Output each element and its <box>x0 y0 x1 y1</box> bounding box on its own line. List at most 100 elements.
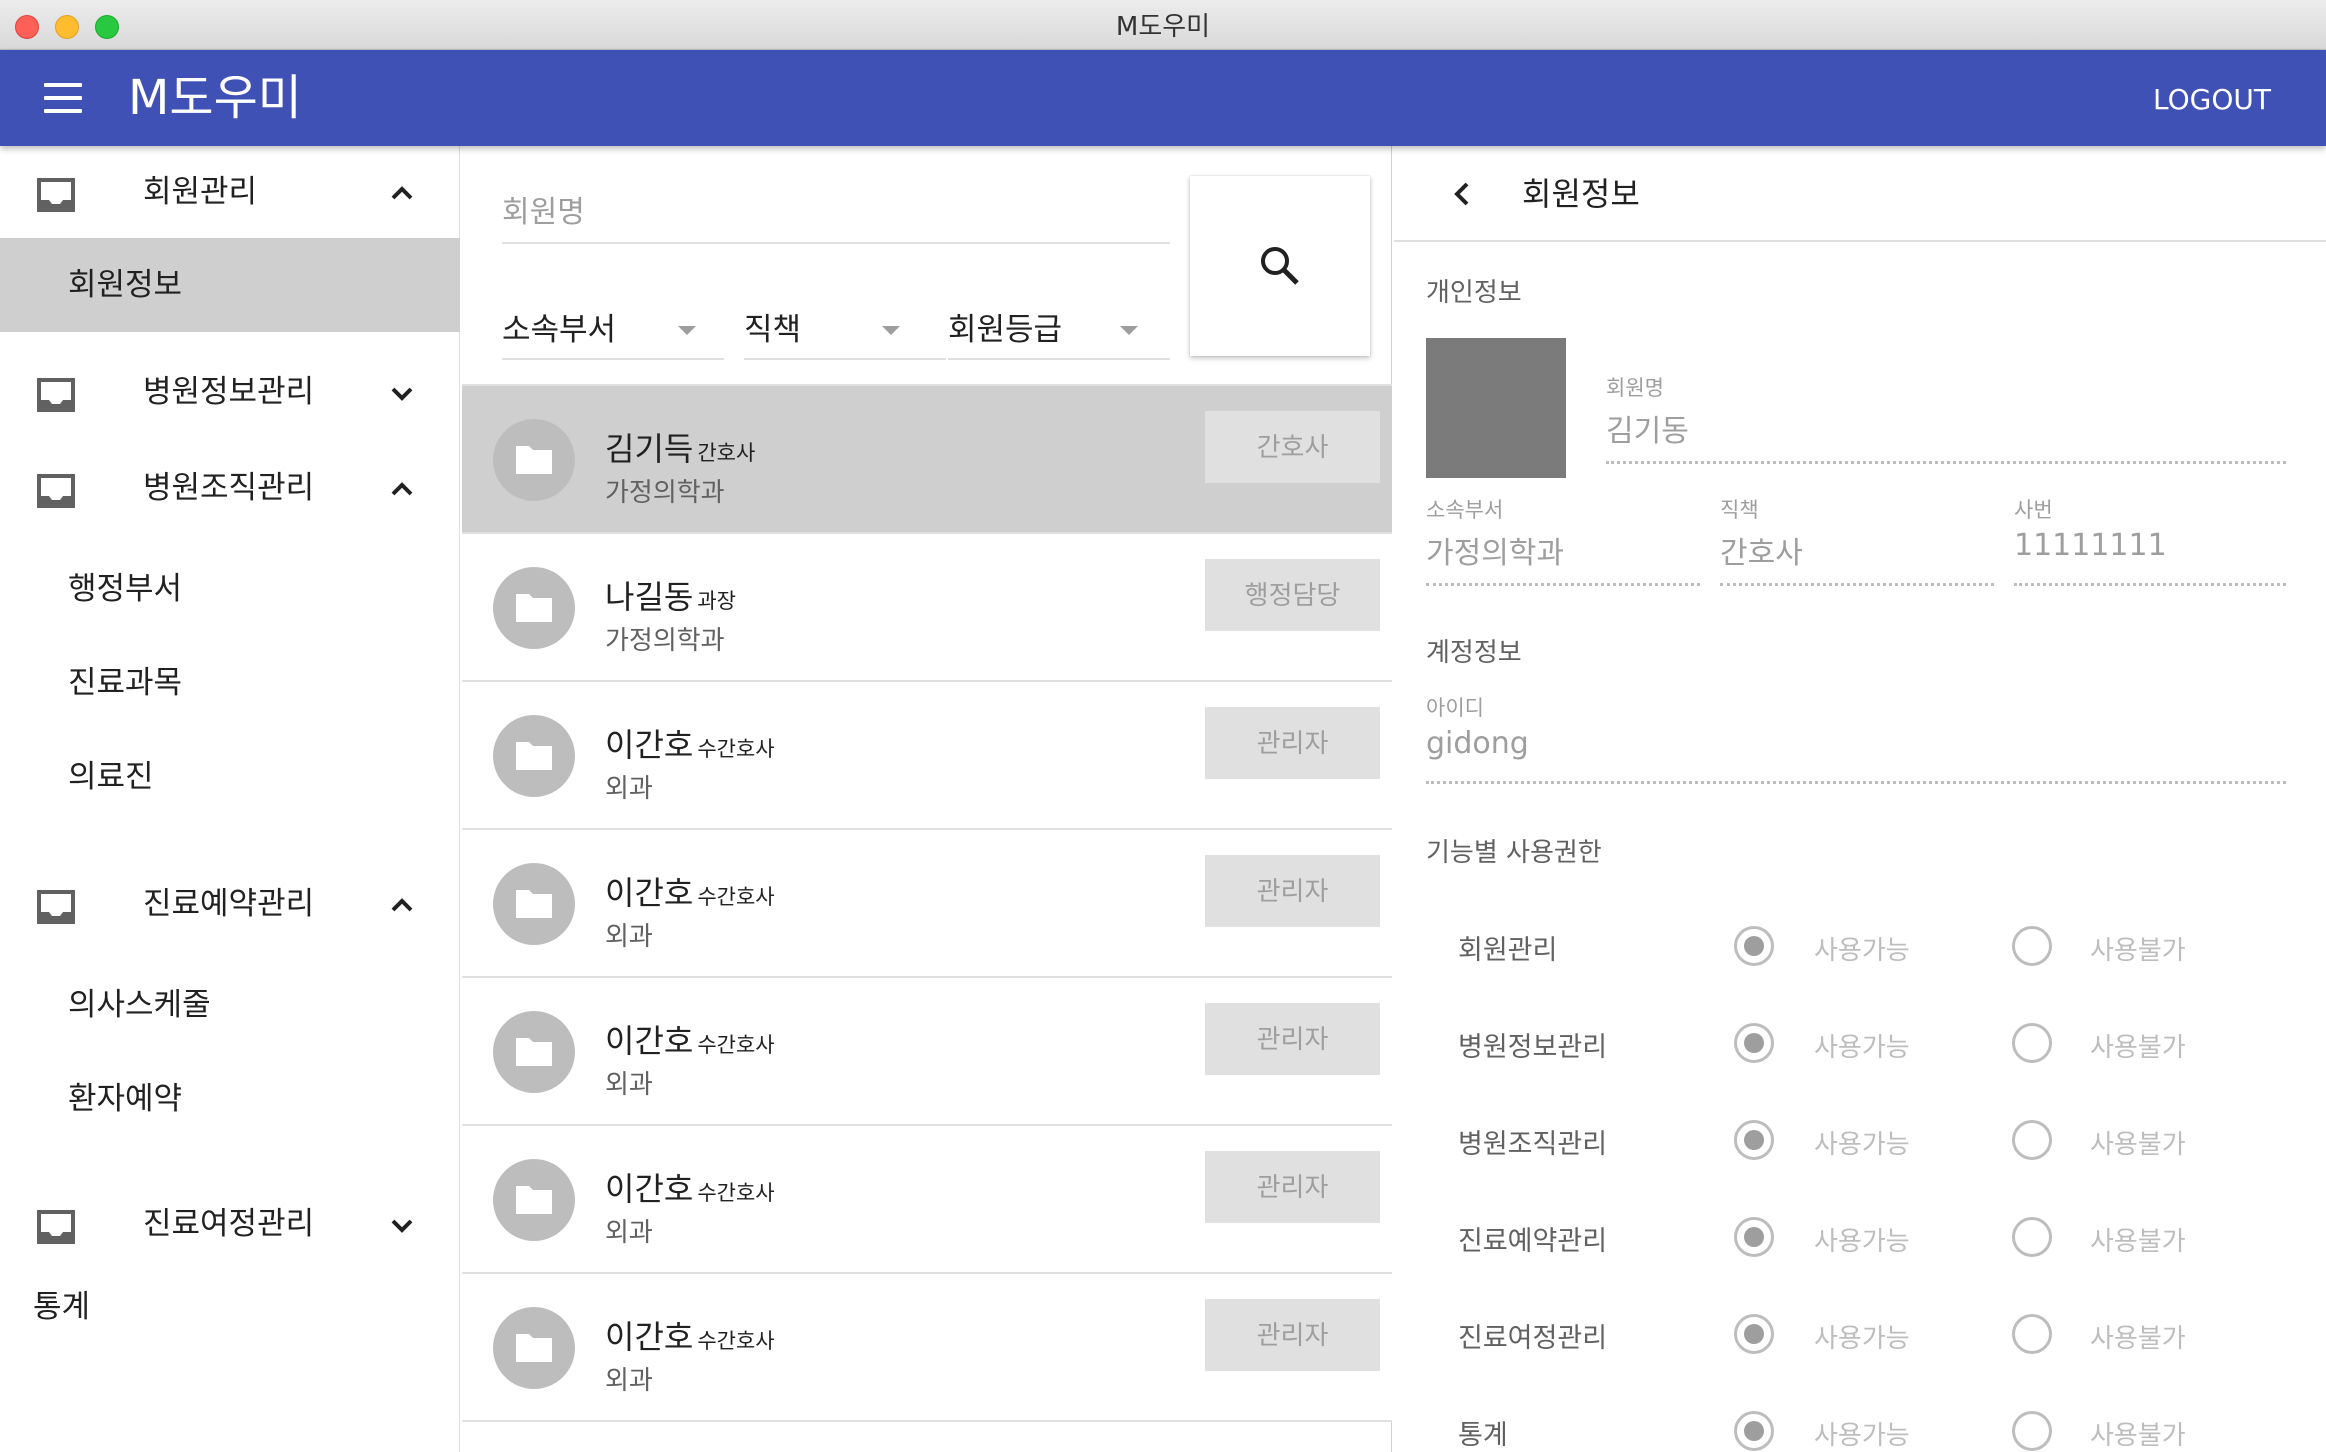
allow-radio-label: 사용가능 <box>1814 1421 1910 1451</box>
avatar <box>493 863 575 945</box>
department-filter-select[interactable]: 소속부서 <box>502 296 724 360</box>
grade-filter-label: 회원등급 <box>948 312 1063 348</box>
member-position: 수간호사 <box>697 737 775 761</box>
nav-item-patient-reservation[interactable]: 환자예약 <box>0 1052 460 1146</box>
member-department: 외과 <box>605 1218 653 1248</box>
nav-item-admin-dept[interactable]: 행정부서 <box>0 542 460 636</box>
member-department: 외과 <box>605 922 653 952</box>
allow-radio[interactable] <box>1734 1120 1774 1160</box>
field-label: 사번 <box>2014 498 2053 522</box>
employee-number-field: 사번 11111111 <box>2014 494 2286 586</box>
chevron-up-icon <box>391 482 413 496</box>
member-department: 외과 <box>605 774 653 804</box>
position-filter-select[interactable]: 직책 <box>744 296 946 360</box>
allow-radio[interactable] <box>1734 1023 1774 1063</box>
member-grade-button[interactable]: 관리자 <box>1205 855 1380 927</box>
avatar <box>493 567 575 649</box>
member-list-item[interactable]: 이간호 수간호사 외과 관리자 <box>462 682 1392 830</box>
permission-row: 회원관리 사용가능 사용불가 <box>1394 906 2326 986</box>
nav-item-member-info[interactable]: 회원정보 <box>0 238 460 332</box>
member-grade-button[interactable]: 관리자 <box>1205 707 1380 779</box>
field-label: 소속부서 <box>1426 498 1504 522</box>
logout-button[interactable]: LOGOUT <box>2153 78 2271 122</box>
field-value: 간호사 <box>1720 536 1803 571</box>
nav-group-reservation[interactable]: 진료예약관리 <box>0 858 460 950</box>
member-department: 외과 <box>605 1070 653 1100</box>
deny-radio[interactable] <box>2012 1411 2052 1451</box>
dropdown-arrow-icon <box>1120 326 1138 335</box>
allow-radio[interactable] <box>1734 1314 1774 1354</box>
nav-item-statistics[interactable]: 통계 <box>0 1260 460 1354</box>
member-list-item[interactable]: 이간호 수간호사 외과 관리자 <box>462 830 1392 978</box>
permissions-heading: 기능별 사용권한 <box>1426 838 1602 868</box>
hamburger-menu-icon[interactable] <box>44 83 82 113</box>
deny-radio-label: 사용불가 <box>2090 936 2186 966</box>
member-position: 수간호사 <box>697 1181 775 1205</box>
grade-filter-select[interactable]: 회원등급 <box>948 296 1170 360</box>
member-position: 수간호사 <box>697 885 775 909</box>
allow-radio-label: 사용가능 <box>1814 1324 1910 1354</box>
dropdown-arrow-icon <box>678 326 696 335</box>
nav-group-hospital-org[interactable]: 병원조직관리 <box>0 442 460 534</box>
nav-item-doctor-schedule[interactable]: 의사스케줄 <box>0 958 460 1052</box>
deny-radio-label: 사용불가 <box>2090 1227 2186 1257</box>
allow-radio-label: 사용가능 <box>1814 1033 1910 1063</box>
member-name-search-input[interactable] <box>502 182 1170 244</box>
search-button[interactable] <box>1190 176 1370 356</box>
deny-radio[interactable] <box>2012 1120 2052 1160</box>
allow-radio[interactable] <box>1734 1411 1774 1451</box>
member-grade-button[interactable]: 관리자 <box>1205 1151 1380 1223</box>
member-grade-button[interactable]: 관리자 <box>1205 1299 1380 1371</box>
member-grade-button[interactable]: 간호사 <box>1205 411 1380 483</box>
personal-info-heading: 개인정보 <box>1426 278 1522 308</box>
nav-group-member-management[interactable]: 회원관리 <box>0 146 460 238</box>
avatar <box>493 1307 575 1389</box>
app-title: M도우미 <box>128 70 302 126</box>
member-grade-button[interactable]: 관리자 <box>1205 1003 1380 1075</box>
member-list: 김기득 간호사 가정의학과 간호사 나길동 과장 가정의학과 행정담당 이간호 수간호사 외과 관리자… <box>462 384 1392 1422</box>
member-grade-button[interactable]: 행정담당 <box>1205 559 1380 631</box>
member-list-item[interactable]: 이간호 수간호사 외과 관리자 <box>462 1126 1392 1274</box>
folder-icon <box>516 1038 552 1066</box>
member-list-item[interactable]: 나길동 과장 가정의학과 행정담당 <box>462 534 1392 682</box>
member-list-item[interactable]: 이간호 수간호사외과 관리자 <box>462 978 1392 1126</box>
inbox-icon <box>37 1210 75 1244</box>
position-field: 직책 간호사 <box>1720 494 1994 586</box>
allow-radio-label: 사용가능 <box>1814 936 1910 966</box>
deny-radio[interactable] <box>2012 1023 2052 1063</box>
folder-icon <box>516 890 552 918</box>
allow-radio[interactable] <box>1734 926 1774 966</box>
nav-group-care-journey[interactable]: 진료여정관리 <box>0 1178 460 1270</box>
member-detail-panel: 회원정보 개인정보 회원명 김기동 소속부서 가정의학과 직책 간호사 사번 1… <box>1394 146 2326 1452</box>
detail-title: 회원정보 <box>1522 175 1640 213</box>
member-name: 이간호 수간호사 <box>605 1022 775 1060</box>
deny-radio[interactable] <box>2012 1314 2052 1354</box>
inbox-icon <box>37 474 75 508</box>
permission-label: 병원정보관리 <box>1458 1032 1608 1063</box>
member-name: 김기득 간호사 <box>605 430 756 468</box>
nav-group-label: 진료예약관리 <box>143 886 315 922</box>
account-info-heading: 계정정보 <box>1426 638 1522 668</box>
deny-radio[interactable] <box>2012 1217 2052 1257</box>
department-field: 소속부서 가정의학과 <box>1426 494 1700 586</box>
member-list-item[interactable]: 김기득 간호사 가정의학과 간호사 <box>462 386 1392 534</box>
permission-label: 통계 <box>1458 1420 1508 1451</box>
field-value: 가정의학과 <box>1426 536 1564 571</box>
avatar <box>493 1159 575 1241</box>
nav-group-label: 병원조직관리 <box>143 470 315 506</box>
deny-radio[interactable] <box>2012 926 2052 966</box>
member-list-item[interactable]: 이간호 수간호사 외과 관리자 <box>462 1274 1392 1422</box>
inbox-icon <box>37 378 75 412</box>
app-bar: M도우미 LOGOUT <box>0 50 2326 146</box>
allow-radio[interactable] <box>1734 1217 1774 1257</box>
deny-radio-label: 사용불가 <box>2090 1130 2186 1160</box>
detail-header: 회원정보 <box>1394 146 2326 242</box>
nav-group-hospital-info[interactable]: 병원정보관리 <box>0 346 460 438</box>
chevron-left-icon[interactable] <box>1442 174 1482 214</box>
nav-item-medical-dept[interactable]: 진료과목 <box>0 636 460 730</box>
member-name-field: 회원명 김기동 <box>1606 372 2286 464</box>
dropdown-arrow-icon <box>882 326 900 335</box>
window-titlebar: M도우미 <box>0 0 2326 50</box>
member-department: 외과 <box>605 1366 653 1396</box>
nav-item-medical-staff[interactable]: 의료진 <box>0 730 460 824</box>
